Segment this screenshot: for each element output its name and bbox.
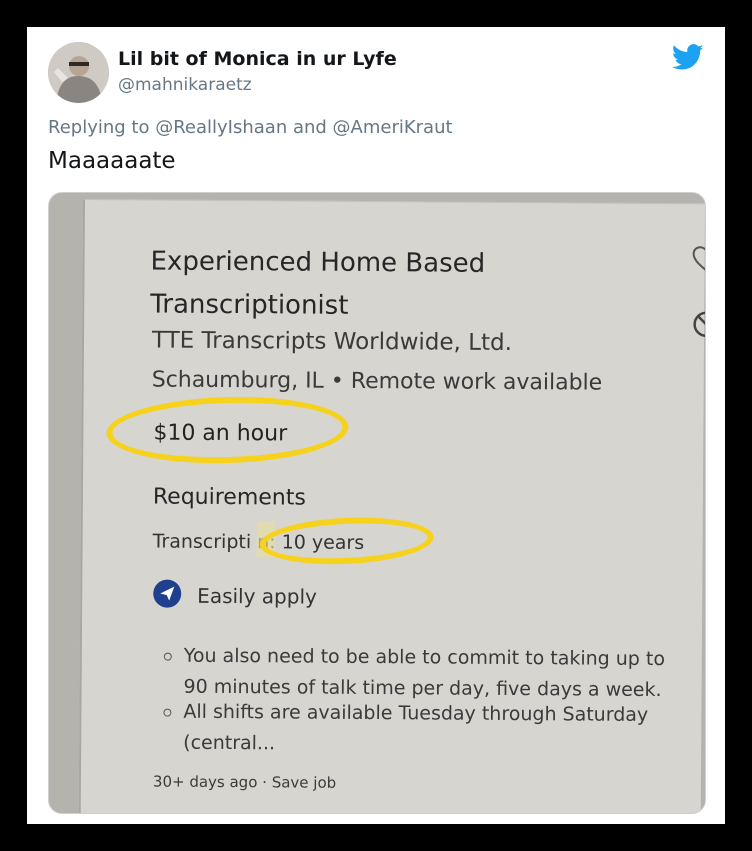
bullet-marker bbox=[163, 708, 172, 717]
replying-to[interactable]: Replying to @ReallyIshaan and @AmeriKrau… bbox=[48, 117, 453, 138]
easily-apply-label: Easily apply bbox=[197, 583, 317, 609]
job-location: Schaumburg, IL • Remote work available bbox=[151, 367, 603, 396]
bullet-marker bbox=[163, 652, 172, 661]
paper-plane-icon bbox=[153, 579, 182, 608]
attached-photo[interactable]: Experienced Home Based Transcriptionist … bbox=[48, 192, 706, 814]
heart-icon bbox=[692, 246, 705, 273]
description-bullet: All shifts are available Tuesday through… bbox=[163, 697, 683, 762]
posting-meta: 30+ days ago · Save job bbox=[152, 772, 337, 792]
user-name[interactable]: Lil bit of Monica in ur Lyfe bbox=[118, 48, 397, 70]
tweet-card: Lil bit of Monica in ur Lyfe @mahnikarae… bbox=[27, 27, 725, 824]
job-title: Experienced Home Based Transcriptionist bbox=[150, 240, 485, 328]
user-handle[interactable]: @mahnikaraetz bbox=[118, 75, 252, 95]
job-title-line: Experienced Home Based bbox=[150, 246, 486, 279]
job-listing-screenshot: Experienced Home Based Transcriptionist … bbox=[78, 199, 705, 813]
twitter-bird-icon[interactable] bbox=[672, 44, 704, 71]
experience-highlight-circle bbox=[258, 513, 435, 568]
ban-icon bbox=[693, 311, 705, 338]
salary-highlight-circle bbox=[105, 393, 350, 467]
bullet-text: You also need to be able to commit to ta… bbox=[183, 644, 666, 702]
avatar-photo bbox=[48, 42, 109, 103]
company-name: TTE Transcripts Worldwide, Ltd. bbox=[151, 327, 513, 356]
tweet-text: Maaaaaate bbox=[48, 148, 176, 174]
job-title-line: Transcriptionist bbox=[150, 289, 349, 321]
requirements-heading: Requirements bbox=[152, 484, 306, 511]
avatar[interactable] bbox=[48, 42, 109, 103]
bullet-text: All shifts are available Tuesday through… bbox=[183, 700, 649, 755]
